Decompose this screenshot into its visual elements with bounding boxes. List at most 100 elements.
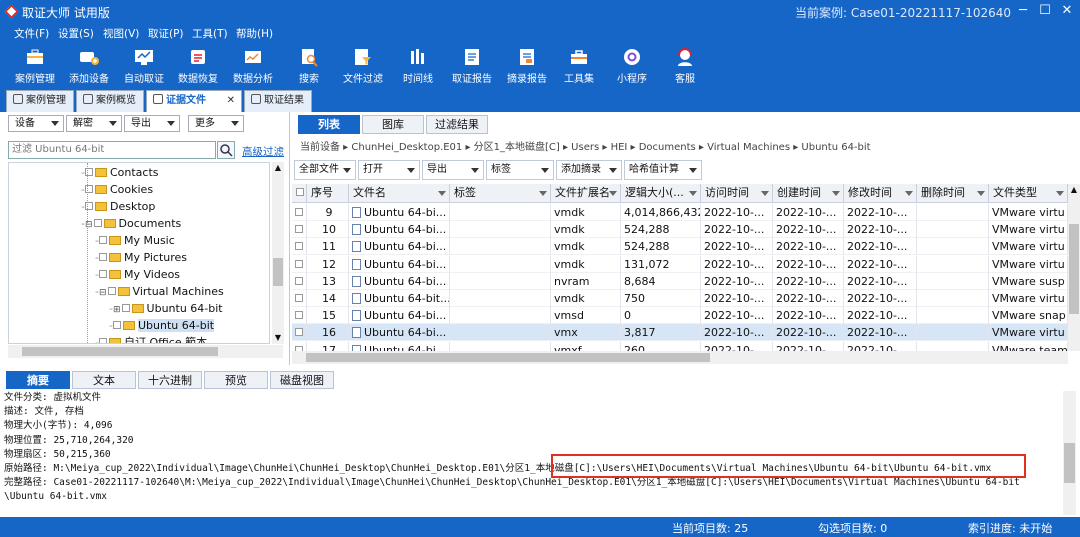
tree-vertical-scrollbar[interactable]: ▲ ▼ — [272, 162, 284, 344]
toolbar-button-add-device[interactable]: 添加设备 — [62, 44, 116, 86]
column-header[interactable]: 删除时间 — [917, 184, 989, 203]
tree-item[interactable]: -⊟ Virtual Machines — [95, 283, 224, 300]
column-header[interactable]: 序号 — [307, 184, 349, 203]
scroll-thumb[interactable] — [1064, 443, 1075, 483]
toolbar-button-toolset[interactable]: 工具集 — [552, 44, 606, 86]
row-checkbox-cell[interactable] — [292, 272, 307, 290]
more-dropdown[interactable]: 更多 — [188, 115, 244, 132]
export-dropdown[interactable]: 导出 — [422, 160, 484, 180]
tree-item[interactable]: - Cookies — [81, 181, 153, 198]
column-filter-icon[interactable] — [977, 191, 985, 196]
hash-calc-dropdown[interactable]: 哈希值计算 — [624, 160, 702, 180]
row-checkbox[interactable] — [295, 294, 303, 302]
toolbar-button-briefcase[interactable]: 案例管理 — [8, 44, 62, 86]
row-checkbox[interactable] — [295, 225, 303, 234]
row-checkbox-cell[interactable] — [292, 341, 307, 351]
row-checkbox[interactable] — [295, 276, 303, 285]
toolbar-button-report[interactable]: 取证报告 — [445, 44, 499, 86]
tree-item[interactable]: - Contacts — [81, 164, 159, 181]
row-checkbox-cell[interactable] — [292, 238, 307, 256]
column-header[interactable]: 访问时间 — [701, 184, 773, 203]
tab-case-management[interactable]: 案例管理 — [6, 90, 74, 112]
tree-item[interactable]: - 自订 Office 範本 — [95, 334, 207, 343]
toolbar-button-customer-service[interactable]: 客服 — [658, 44, 712, 86]
row-checkbox[interactable] — [295, 208, 303, 216]
toolbar-button-timeline[interactable]: 时间线 — [391, 44, 445, 86]
tab-list[interactable]: 列表 — [298, 115, 360, 134]
row-checkbox-cell[interactable] — [292, 324, 307, 342]
menu-settings[interactable]: 设置(S) — [58, 26, 94, 41]
toolbar-button-applet[interactable]: 小程序 — [605, 44, 659, 86]
scroll-thumb[interactable] — [306, 353, 710, 362]
tab-preview[interactable]: 预览 — [204, 371, 268, 389]
tree-item[interactable]: -⊞ Ubuntu 64-bit — [109, 300, 223, 317]
column-filter-icon[interactable] — [609, 191, 617, 196]
scroll-up-icon[interactable]: ▲ — [272, 162, 284, 174]
column-header[interactable]: 修改时间 — [844, 184, 917, 203]
menu-forensics[interactable]: 取证(P) — [148, 26, 184, 41]
column-filter-icon[interactable] — [539, 191, 547, 196]
row-checkbox[interactable] — [295, 311, 303, 320]
tab-disk-view[interactable]: 磁盘视图 — [270, 371, 334, 389]
tree-checkbox[interactable] — [98, 338, 107, 343]
tab-forensic-results[interactable]: 取证结果 — [244, 90, 312, 112]
menu-view[interactable]: 视图(V) — [103, 26, 139, 41]
tab-gallery[interactable]: 图库 — [362, 115, 424, 134]
tab-case-overview[interactable]: 案例概览 — [76, 90, 144, 112]
tab-evidence-files[interactable]: 证据文件 ✕ — [146, 90, 242, 112]
filter-search-button[interactable] — [217, 141, 235, 159]
close-tab-icon[interactable]: ✕ — [227, 91, 235, 111]
tab-hex[interactable]: 十六进制 — [138, 371, 202, 389]
column-filter-icon[interactable] — [1056, 191, 1064, 196]
advanced-filter-link[interactable]: 高级过滤 — [242, 144, 284, 159]
scroll-thumb[interactable] — [22, 347, 218, 356]
menu-tools[interactable]: 工具(T) — [192, 26, 228, 41]
maximize-button[interactable]: ☐ — [1034, 2, 1056, 20]
tree-checkbox[interactable] — [98, 270, 107, 278]
toolbar-button-data-analysis[interactable]: 数据分析 — [226, 44, 280, 86]
row-checkbox[interactable] — [295, 259, 303, 268]
column-header[interactable]: 文件类型 — [989, 184, 1068, 203]
column-filter-icon[interactable] — [438, 191, 446, 196]
menu-help[interactable]: 帮助(H) — [236, 26, 273, 41]
toolbar-button-excerpt-report[interactable]: 摘录报告 — [500, 44, 554, 86]
table-horizontal-scrollbar[interactable] — [292, 351, 1068, 364]
tag-dropdown[interactable]: 标签 — [486, 160, 554, 180]
decrypt-dropdown[interactable]: 解密 — [66, 115, 122, 132]
column-header[interactable]: 文件扩展名 — [551, 184, 621, 203]
tree-item[interactable]: - My Videos — [95, 266, 180, 283]
tab-summary[interactable]: 摘要 — [6, 371, 70, 389]
row-checkbox-cell[interactable] — [292, 307, 307, 325]
tree-checkbox[interactable] — [98, 253, 107, 261]
select-all-checkbox[interactable] — [296, 188, 304, 196]
tree-checkbox[interactable] — [121, 304, 130, 312]
close-button[interactable]: ✕ — [1056, 2, 1078, 20]
toolbar-button-search[interactable]: 搜索 — [282, 44, 336, 86]
column-header[interactable]: 文件名 — [349, 184, 450, 203]
column-filter-icon[interactable] — [761, 191, 769, 196]
scroll-thumb[interactable] — [273, 258, 283, 286]
row-checkbox-cell[interactable] — [292, 290, 307, 307]
row-checkbox-cell[interactable] — [292, 221, 307, 239]
open-dropdown[interactable]: 打开 — [358, 160, 420, 180]
tree-expander-icon[interactable]: ⊞ — [113, 305, 121, 315]
column-filter-icon[interactable] — [832, 191, 840, 196]
tree-item[interactable]: - My Pictures — [95, 249, 187, 266]
tree-checkbox[interactable] — [107, 287, 116, 295]
tree-item[interactable]: - My Music — [95, 232, 175, 249]
tree-filter-input[interactable]: 过滤 Ubuntu 64-bit — [8, 141, 216, 159]
toolbar-button-file-filter[interactable]: 文件过滤 — [336, 44, 390, 86]
column-header[interactable]: 逻辑大小(... — [621, 184, 701, 203]
column-header[interactable]: 标签 — [450, 184, 551, 203]
toolbar-button-data-recovery[interactable]: 数据恢复 — [171, 44, 225, 86]
all-files-dropdown[interactable]: 全部文件 — [294, 160, 356, 180]
tab-text[interactable]: 文本 — [72, 371, 136, 389]
table-vertical-scrollbar[interactable]: ▲ — [1068, 184, 1080, 351]
tree-checkbox[interactable] — [112, 321, 121, 329]
tree-item[interactable]: - Desktop — [81, 198, 155, 215]
scroll-thumb[interactable] — [1069, 224, 1079, 314]
column-filter-icon[interactable] — [905, 191, 913, 196]
detail-vertical-scrollbar[interactable] — [1063, 391, 1076, 515]
scroll-down-icon[interactable]: ▼ — [272, 332, 284, 344]
menu-file[interactable]: 文件(F) — [14, 26, 49, 41]
